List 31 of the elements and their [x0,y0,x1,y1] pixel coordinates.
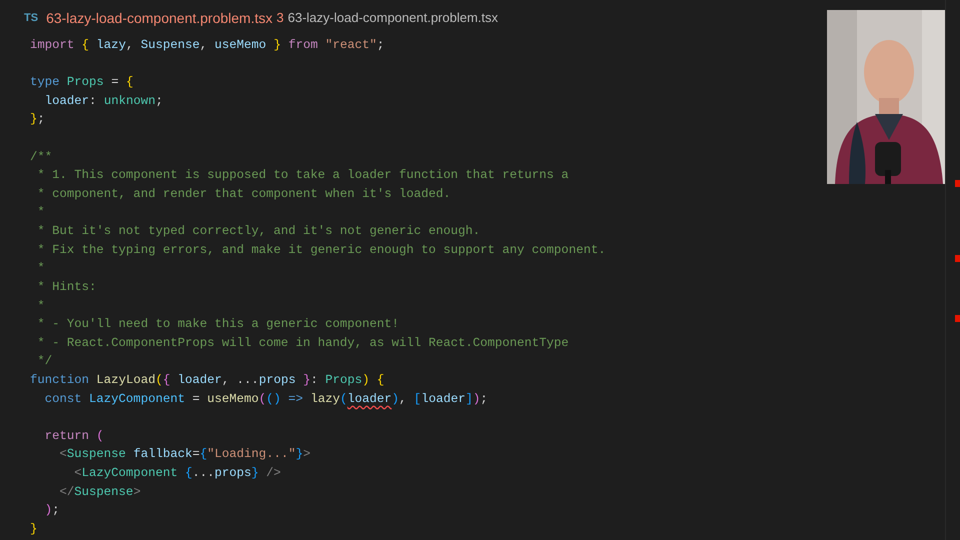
code-line: * [36,260,45,278]
code-line: import { lazy, Suspense, useMemo } from "react"; [30,37,384,54]
code-line: * But it's not typed correctly, and it's not generic enough. [36,223,480,240]
code-line: return ( [44,428,104,445]
code-line: <LazyComponent {...props} /> [73,465,281,482]
code-line: * Hints: [36,278,96,296]
code-line: /** [30,148,52,166]
language-label: TS [24,10,38,26]
code-line: <Suspense fallback={"Loading..."}> [58,446,310,464]
code-line: * 1. This component is supposed to take a loader function that returns a [36,167,569,184]
code-line: } [30,520,38,538]
code-line: ); [44,502,60,520]
code-line: loader: unknown; [44,92,163,110]
code-line: const LazyComponent = useMemo(() => lazy(loader), [loader]); [44,390,488,408]
code-line: * component, and render that component when it's loaded. [36,186,451,203]
tab-filename[interactable]: 63-lazy-load-component.problem.tsx [46,8,273,28]
error-marker [955,255,960,262]
code-line: </Suspense> [58,484,141,501]
problem-count: 3 [276,9,284,28]
code-line: * - You'll need to make this a generic component! [36,316,399,334]
code-line: }; [30,111,45,128]
code-line: */ [36,353,52,370]
error-marker [955,180,960,187]
code-line: * [36,204,45,222]
error-marker [955,315,960,322]
code-line: function LazyLoad({ loader, ...props }: Props) { [30,372,384,389]
breadcrumb[interactable]: 63-lazy-load-component.problem.tsx [288,8,498,28]
code-line: * - React.ComponentProps will come in handy, as will React.ComponentType [36,334,569,352]
code-line: * [36,298,45,315]
code-line: * Fix the typing errors, and make it generic enough to support any component. [36,242,606,259]
code-line: type Props = { [30,74,134,92]
